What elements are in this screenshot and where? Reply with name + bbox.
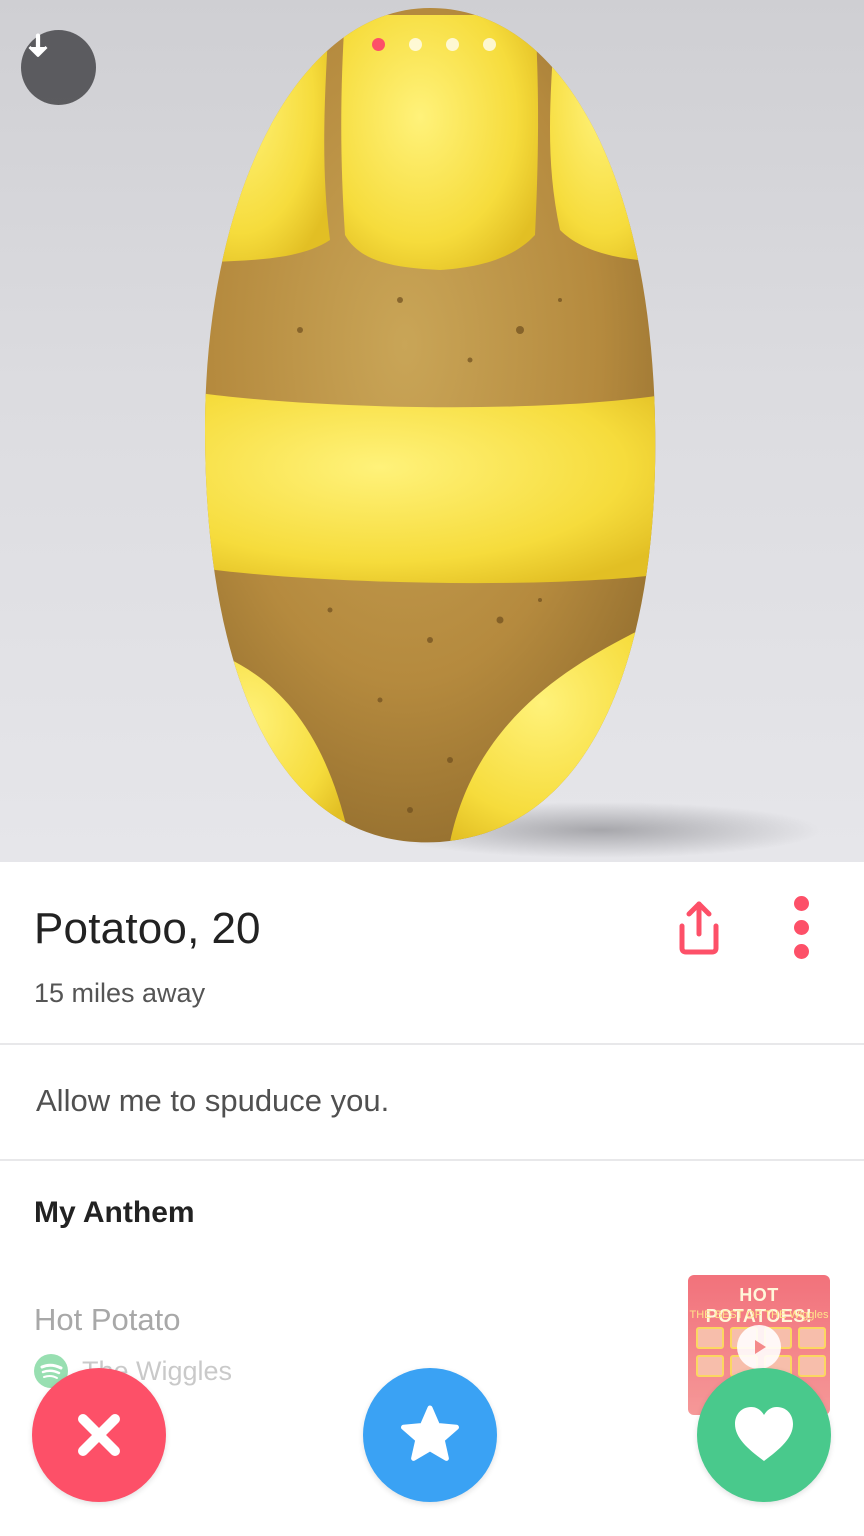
bio-text: Allow me to spuduce you. bbox=[36, 1083, 390, 1118]
photo-dot[interactable] bbox=[483, 38, 496, 51]
potato-image bbox=[205, 8, 820, 858]
close-icon bbox=[78, 1414, 120, 1456]
play-icon bbox=[755, 1340, 766, 1354]
photo-dot-active[interactable] bbox=[372, 38, 385, 51]
share-icon bbox=[679, 901, 719, 955]
more-vertical-icon-dot bbox=[793, 943, 809, 959]
photo-page-indicator bbox=[372, 38, 496, 51]
photo-dot[interactable] bbox=[446, 38, 459, 51]
star-icon bbox=[401, 1405, 459, 1461]
album-subtitle: THE BEST OF THE Wiggles bbox=[689, 1309, 829, 1321]
profile-header: Potatoo, 20 15 miles away bbox=[0, 862, 864, 1044]
collapse-profile-button[interactable] bbox=[21, 30, 96, 105]
profile-name: Potatoo bbox=[34, 904, 188, 953]
divider bbox=[0, 1043, 864, 1045]
anthem-section-title: My Anthem bbox=[34, 1196, 195, 1229]
play-button[interactable] bbox=[737, 1325, 781, 1369]
more-vertical-icon-dot bbox=[793, 919, 809, 935]
heart-icon bbox=[735, 1407, 793, 1461]
song-title[interactable]: Hot Potato bbox=[34, 1302, 180, 1338]
more-options-button[interactable] bbox=[776, 892, 826, 962]
profile-photo[interactable] bbox=[0, 0, 864, 862]
divider bbox=[0, 1159, 864, 1161]
down-arrow-icon bbox=[28, 33, 48, 57]
photo-dot[interactable] bbox=[409, 38, 422, 51]
like-button[interactable] bbox=[697, 1368, 831, 1502]
more-vertical-icon bbox=[793, 895, 809, 911]
name-age: Potatoo, 20 bbox=[34, 904, 260, 954]
super-like-button[interactable] bbox=[363, 1368, 497, 1502]
share-button[interactable] bbox=[664, 892, 734, 962]
nope-button[interactable] bbox=[32, 1368, 166, 1502]
distance-label: 15 miles away bbox=[34, 978, 206, 1008]
profile-age: , 20 bbox=[187, 904, 261, 953]
